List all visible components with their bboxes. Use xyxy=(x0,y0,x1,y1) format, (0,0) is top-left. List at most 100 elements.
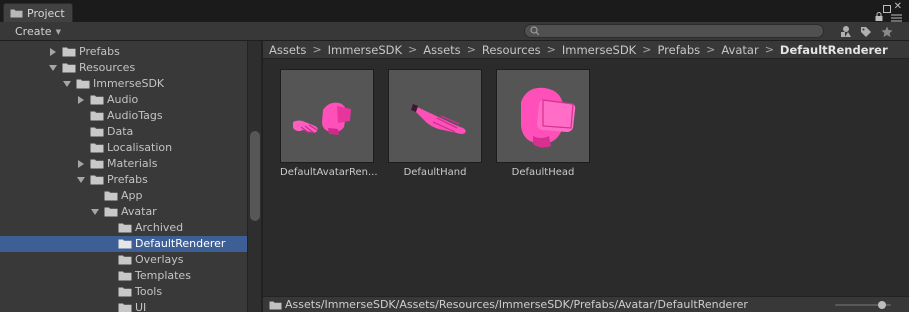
asset-label: DefaultHead xyxy=(511,167,575,178)
zoom-slider-knob[interactable] xyxy=(878,301,887,309)
dropdown-arrow-icon: ▼ xyxy=(55,27,61,36)
tree-item-label: Avatar xyxy=(121,205,157,218)
tree-item-label: Audio xyxy=(107,93,139,106)
asset-label: DefaultAvatarRen... xyxy=(280,167,378,178)
status-bar: Assets/ImmerseSDK/Assets/Resources/Immer… xyxy=(263,296,909,312)
folder-icon xyxy=(90,158,104,169)
breadcrumb-separator-icon: > xyxy=(466,43,476,56)
caret-down-icon[interactable] xyxy=(62,79,72,89)
tree-item[interactable]: Tools xyxy=(0,284,247,300)
folder-icon xyxy=(90,142,104,153)
search-by-type-icon[interactable] xyxy=(838,24,854,39)
tree-item-label: AudioTags xyxy=(107,109,163,122)
close-icon[interactable]: ✕ xyxy=(894,1,902,12)
tree-item-label: Tools xyxy=(135,285,163,298)
lock-icon[interactable] xyxy=(875,11,883,21)
tree-item[interactable]: Data xyxy=(0,124,247,140)
tree-item-label: DefaultRenderer xyxy=(135,237,226,250)
asset-tile[interactable]: DefaultHand xyxy=(388,69,482,178)
folder-icon xyxy=(269,300,282,310)
breadcrumb-separator-icon: > xyxy=(312,43,322,56)
tree-item[interactable]: Prefabs xyxy=(0,172,247,188)
tree-item[interactable]: UI xyxy=(0,300,247,312)
head-preview-thumbnail[interactable] xyxy=(496,69,590,163)
tree-item[interactable]: Audio xyxy=(0,92,247,108)
caret-down-icon[interactable] xyxy=(76,175,86,185)
tree-item[interactable]: Resources xyxy=(0,60,247,76)
folder-tree[interactable]: Prefabs Resources ImmerseSDK Audio AudioTags… xyxy=(0,41,247,312)
tree-item[interactable]: App xyxy=(0,188,247,204)
breadcrumb-separator-icon: > xyxy=(706,43,716,56)
tree-item-label: Archived xyxy=(135,221,184,234)
tree-item-label: ImmerseSDK xyxy=(93,77,165,90)
tree-scrollbar[interactable] xyxy=(247,41,262,312)
tree-item[interactable]: Prefabs xyxy=(0,44,247,60)
breadcrumb-item[interactable]: DefaultRenderer xyxy=(780,43,888,57)
folder-icon xyxy=(118,286,132,297)
panel-menu-icon[interactable] xyxy=(891,12,902,22)
tree-item-label: Data xyxy=(107,125,134,138)
folder-icon xyxy=(90,94,104,105)
search-input[interactable] xyxy=(524,24,824,38)
tree-item[interactable]: Overlays xyxy=(0,252,247,268)
tree-item[interactable]: DefaultRenderer xyxy=(0,236,247,252)
tab-label: Project xyxy=(27,6,65,20)
zoom-slider[interactable] xyxy=(835,301,891,309)
selected-path: Assets/ImmerseSDK/Assets/Resources/Immer… xyxy=(285,298,748,311)
tree-item-label: Localisation xyxy=(107,141,173,154)
asset-tile[interactable]: DefaultAvatarRen... xyxy=(280,69,378,178)
caret-down-icon[interactable] xyxy=(90,207,100,217)
tree-item[interactable]: Templates xyxy=(0,268,247,284)
tree-item[interactable]: ImmerseSDK xyxy=(0,76,247,92)
tree-item[interactable]: Localisation xyxy=(0,140,247,156)
folder-icon xyxy=(90,110,104,121)
scrollbar-thumb[interactable] xyxy=(250,131,260,221)
create-label: Create xyxy=(15,25,52,38)
maximize-icon[interactable] xyxy=(883,3,891,13)
breadcrumb-item[interactable]: Assets xyxy=(423,43,460,57)
tree-item-label: UI xyxy=(135,301,147,312)
avatar-preview-thumbnail[interactable] xyxy=(280,69,374,163)
breadcrumb-item[interactable]: Prefabs xyxy=(657,43,700,57)
tree-item[interactable]: Avatar xyxy=(0,204,247,220)
tree-item[interactable]: Archived xyxy=(0,220,247,236)
breadcrumb-separator-icon: > xyxy=(764,43,774,56)
tree-item[interactable]: Materials xyxy=(0,156,247,172)
folder-icon xyxy=(76,78,90,89)
breadcrumb-item[interactable]: ImmerseSDK xyxy=(328,43,402,57)
tree-item[interactable]: AudioTags xyxy=(0,108,247,124)
folder-icon xyxy=(118,254,132,265)
folder-icon xyxy=(118,238,132,249)
caret-right-icon[interactable] xyxy=(48,47,58,57)
breadcrumb-separator-icon: > xyxy=(546,43,556,56)
folder-icon xyxy=(118,302,132,312)
tree-item-label: Overlays xyxy=(135,253,184,266)
folder-icon xyxy=(62,62,76,73)
tree-item-label: Templates xyxy=(135,269,191,282)
asset-tile[interactable]: DefaultHead xyxy=(496,69,590,178)
caret-right-icon[interactable] xyxy=(76,159,86,169)
breadcrumb-item[interactable]: Avatar xyxy=(721,43,758,57)
breadcrumb-item[interactable]: Assets xyxy=(269,43,306,57)
label-tag-icon[interactable] xyxy=(858,24,874,39)
project-toolbar: Create ▼ xyxy=(0,22,909,41)
folder-icon xyxy=(118,270,132,281)
breadcrumb-item[interactable]: ImmerseSDK xyxy=(562,43,636,57)
tree-item-label: Materials xyxy=(107,157,158,170)
caret-down-icon[interactable] xyxy=(48,63,58,73)
create-button[interactable]: Create ▼ xyxy=(6,23,61,40)
tab-strip: Project ✕ xyxy=(0,0,909,22)
folder-icon xyxy=(90,174,104,185)
favorite-star-icon[interactable] xyxy=(879,24,895,39)
tab-project[interactable]: Project xyxy=(3,3,73,22)
breadcrumb-item[interactable]: Resources xyxy=(482,43,541,57)
folder-icon xyxy=(104,190,118,201)
asset-label: DefaultHand xyxy=(403,167,467,178)
breadcrumb: Assets > ImmerseSDK > Assets > Resources > Immer… xyxy=(263,41,909,59)
hand-preview-thumbnail[interactable] xyxy=(388,69,482,163)
asset-browser: Assets > ImmerseSDK > Assets > Resources > Immer… xyxy=(263,41,909,312)
tree-item-label: Resources xyxy=(79,61,136,74)
folder-icon xyxy=(90,126,104,137)
breadcrumb-separator-icon: > xyxy=(408,43,418,56)
caret-right-icon[interactable] xyxy=(76,95,86,105)
